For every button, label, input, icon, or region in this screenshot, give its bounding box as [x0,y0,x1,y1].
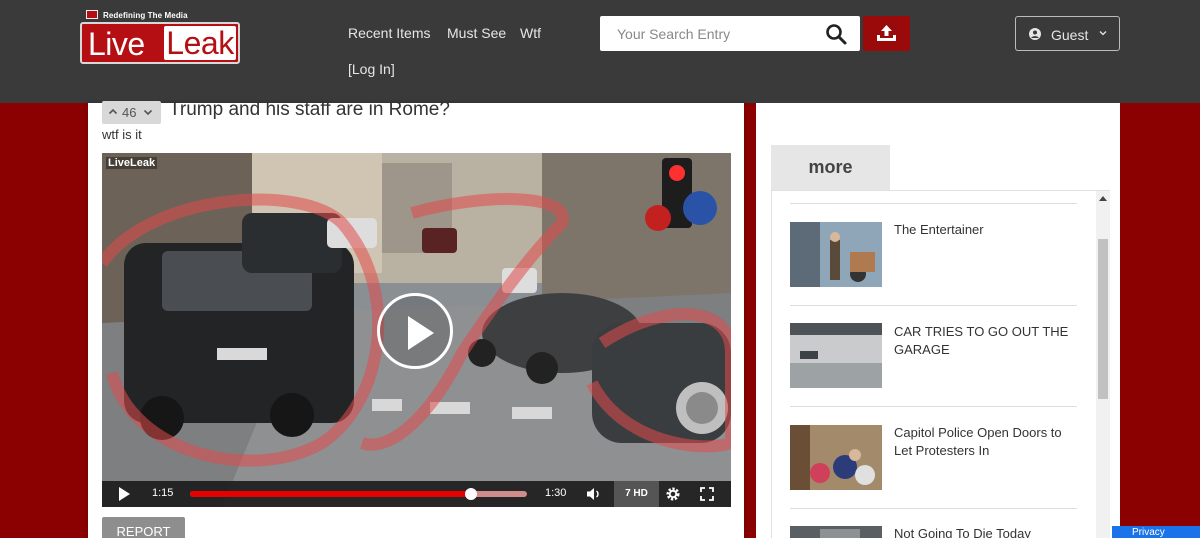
nav-wtf[interactable]: Wtf [520,25,541,41]
list-divider [790,203,1077,204]
item-thumbnail[interactable] [790,323,882,388]
volume-icon[interactable] [586,487,602,501]
scrollbar[interactable] [1096,191,1110,538]
logo-tagline: Redefining The Media [103,11,188,20]
quality-badge[interactable]: 7 HD [614,481,659,507]
gear-icon[interactable] [665,486,681,502]
site-logo[interactable]: Redefining The Media Live Leak [80,10,242,66]
play-button[interactable] [377,293,453,369]
list-divider [790,406,1077,407]
play-icon[interactable] [119,487,130,501]
chevron-up-icon[interactable] [108,107,118,117]
search-box [600,16,860,51]
user-icon [1029,28,1041,40]
current-time: 1:15 [152,487,174,499]
upload-button[interactable] [863,16,910,51]
progress-handle[interactable] [464,488,477,500]
video-watermark: LiveLeak [106,157,158,169]
scroll-up-icon[interactable] [1099,196,1107,201]
list-divider [790,508,1077,509]
item-thumbnail[interactable] [790,425,882,490]
progress-fill [190,491,471,497]
tv-icon [86,10,98,19]
scrollbar-thumb[interactable] [1098,239,1108,399]
logo-box: Live Leak [80,22,240,64]
vote-count: 46 [122,105,137,120]
play-icon [408,316,434,350]
duration: 1:30 [545,487,567,499]
item-thumbnail[interactable] [790,526,882,538]
post-description: wtf is it [102,127,142,142]
vote-widget[interactable]: 46 [102,101,161,124]
search-icon[interactable] [824,22,848,46]
logo-live-text: Live [88,26,145,62]
user-menu-button[interactable]: Guest [1015,16,1120,51]
list-item-title[interactable]: Capitol Police Open Doors to Let Protest… [894,424,1074,460]
list-divider [790,305,1077,306]
list-item-title[interactable]: Not Going To Die Today [894,525,1074,538]
progress-bar[interactable] [190,488,527,500]
nav-recent-items[interactable]: Recent Items [348,25,430,41]
privacy-badge[interactable]: Privacy [1112,526,1200,538]
list-item-title[interactable]: CAR TRIES TO GO OUT THE GARAGE [894,323,1074,359]
user-label: Guest [1051,27,1089,43]
list-item-title[interactable]: The Entertainer [894,221,1074,239]
nav-must-see[interactable]: Must See [447,25,506,41]
upload-icon [877,25,896,41]
tab-more[interactable]: more [771,145,890,190]
chevron-down-icon[interactable] [143,107,153,117]
chevron-down-icon [1099,31,1107,36]
post-title: Trump and his staff are in Rome? [169,99,450,120]
fullscreen-icon[interactable] [700,487,714,501]
search-input[interactable] [600,16,820,51]
nav-login[interactable]: [Log In] [348,61,395,77]
report-button[interactable]: REPORT [102,517,185,538]
site-header: Redefining The Media Live Leak Recent It… [0,0,1200,103]
player-controls: 1:15 1:30 7 HD [102,481,731,507]
logo-leak-text: Leak [164,26,236,60]
item-thumbnail[interactable] [790,222,882,287]
